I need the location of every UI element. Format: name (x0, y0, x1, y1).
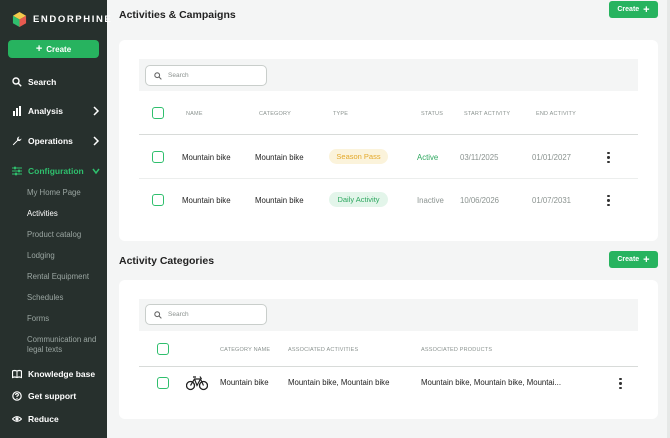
row-checkbox[interactable] (152, 151, 164, 163)
type-badge: Daily Activity (329, 192, 388, 207)
brand-logo[interactable]: ENDORPHINE (12, 12, 112, 27)
search-icon (12, 77, 22, 87)
categories-search-input[interactable]: Search (145, 304, 267, 325)
associated-products: Mountain bike, Mountain bike, Mountai... (421, 378, 561, 387)
status-text: Inactive (417, 196, 444, 205)
table-header-divider (139, 134, 638, 135)
create-label: Create (46, 44, 72, 54)
start-date: 03/11/2025 (460, 153, 499, 162)
search-placeholder: Search (168, 311, 189, 318)
book-icon (12, 369, 22, 379)
row-checkbox[interactable] (157, 377, 169, 389)
categories-section-title: Activity Categories (119, 255, 215, 267)
activities-section-title: Activities & Campaigns (119, 9, 236, 21)
more-options-icon[interactable] (607, 195, 610, 206)
associated-activities: Mountain bike, Mountain bike (288, 378, 390, 387)
more-options-icon[interactable] (619, 378, 622, 389)
chevron-right-icon (93, 106, 100, 116)
column-header-status[interactable]: STATUS (421, 111, 443, 117)
create-label: Create (617, 256, 640, 263)
activity-category: Mountain bike (255, 153, 304, 162)
sidebar-item-label: Reduce (28, 414, 59, 424)
chevron-right-icon (93, 136, 100, 146)
row-checkbox[interactable] (152, 194, 164, 206)
sidebar-subitem-forms[interactable]: Forms (27, 314, 103, 324)
start-date: 10/06/2026 (460, 196, 500, 205)
sidebar-subitem-lodging[interactable]: Lodging (27, 251, 103, 261)
sidebar-item-get-support[interactable]: Get support (12, 391, 100, 401)
help-icon (12, 391, 22, 401)
column-header-category-name[interactable]: CATEGORY NAME (220, 347, 270, 353)
sidebar-item-operations[interactable]: Operations (12, 136, 100, 146)
activities-card: Search NAME CATEGORY TYPE STATUS START A… (119, 40, 658, 241)
select-all-checkbox[interactable] (157, 343, 169, 355)
column-header-start-activity[interactable]: START ACTIVITY (464, 111, 510, 117)
sidebar-item-analysis[interactable]: Analysis (12, 106, 100, 116)
type-badge: Season Pass (329, 149, 388, 164)
activities-search-bar: Search (139, 59, 638, 91)
sidebar-item-label: Knowledge base (28, 369, 96, 379)
status-text: Active (417, 153, 439, 162)
sidebar-subitem-my-home-page[interactable]: My Home Page (27, 188, 103, 198)
column-header-category[interactable]: CATEGORY (259, 111, 291, 117)
logo-icon (12, 12, 27, 27)
more-options-icon[interactable] (607, 152, 610, 163)
sidebar-item-search[interactable]: Search (12, 77, 100, 87)
column-header-end-activity[interactable]: END ACTIVITY (536, 111, 576, 117)
brand-name: ENDORPHINE (33, 14, 113, 25)
sidebar-subitem-product-catalog[interactable]: Product catalog (27, 230, 103, 240)
sidebar-subitem-schedules[interactable]: Schedules (27, 293, 103, 303)
end-date: 01/01/2027 (532, 153, 572, 162)
category-name[interactable]: Mountain bike (220, 378, 269, 387)
search-placeholder: Search (168, 72, 189, 79)
sidebar: ENDORPHINE + Create Search Analysis Oper… (0, 0, 111, 438)
sidebar-item-label: Operations (28, 136, 73, 146)
column-header-associated-activities[interactable]: ASSOCIATED ACTIVITIES (288, 347, 358, 353)
sidebar-item-label: Analysis (28, 106, 63, 116)
sidebar-create-button[interactable]: + Create (8, 40, 99, 58)
select-all-checkbox[interactable] (152, 107, 164, 119)
plus-icon: + (643, 253, 650, 266)
row-divider (139, 178, 638, 179)
plus-icon: + (643, 3, 650, 16)
eye-icon (12, 416, 22, 422)
activity-category: Mountain bike (255, 196, 304, 205)
chevron-down-icon (92, 168, 100, 175)
create-activity-button[interactable]: Create + (609, 1, 658, 18)
activities-search-input[interactable]: Search (145, 65, 267, 86)
sidebar-item-label: Search (28, 77, 57, 87)
sidebar-item-reduce[interactable]: Reduce (12, 414, 100, 424)
column-header-type[interactable]: TYPE (333, 111, 348, 117)
sidebar-item-knowledge-base[interactable]: Knowledge base (12, 369, 100, 379)
search-icon (154, 71, 162, 80)
sidebar-subitem-activities[interactable]: Activities (27, 209, 103, 219)
column-header-associated-products[interactable]: ASSOCIATED PRODUCTS (421, 347, 492, 353)
sidebar-subitem-rental-equipment[interactable]: Rental Equipment (27, 272, 103, 282)
categories-card: Search CATEGORY NAME ASSOCIATED ACTIVITI… (119, 280, 658, 419)
create-category-button[interactable]: Create + (609, 251, 658, 268)
sidebar-item-configuration[interactable]: Configuration (12, 166, 100, 176)
sidebar-item-label: Configuration (28, 166, 84, 176)
create-label: Create (617, 6, 640, 13)
plus-icon: + (35, 43, 43, 55)
column-header-name[interactable]: NAME (186, 111, 203, 117)
table-header-divider (139, 366, 638, 367)
bike-icon (186, 376, 208, 391)
sidebar-item-label: Get support (28, 391, 77, 401)
end-date: 01/07/2031 (532, 196, 572, 205)
wrench-icon (12, 136, 22, 146)
activity-name[interactable]: Mountain bike (182, 196, 231, 205)
sidebar-subitem-communication-legal[interactable]: Communication and legal texts (27, 335, 103, 355)
categories-search-bar: Search (139, 299, 638, 331)
activity-name[interactable]: Mountain bike (182, 153, 231, 162)
bar-chart-icon (13, 106, 21, 116)
sliders-icon (12, 166, 22, 176)
search-icon (154, 310, 162, 319)
